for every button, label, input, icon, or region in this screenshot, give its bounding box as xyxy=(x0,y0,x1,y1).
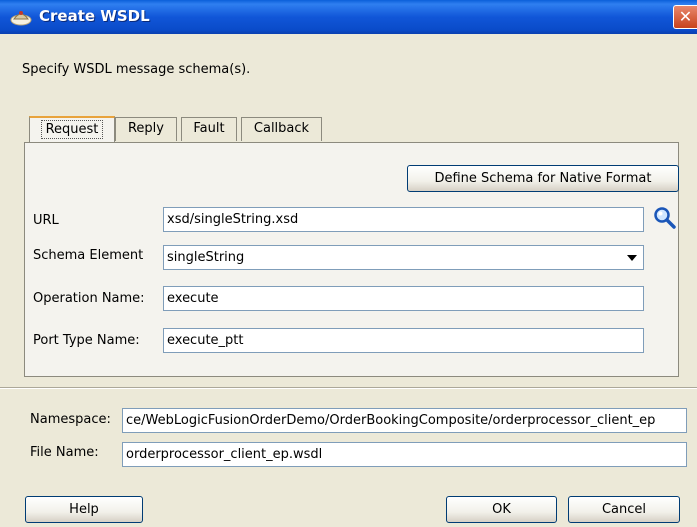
namespace-field[interactable]: ce/WebLogicFusionOrderDemo/OrderBookingC… xyxy=(122,408,687,433)
tab-callback-label: Callback xyxy=(253,121,310,136)
tab-callback[interactable]: Callback xyxy=(241,117,322,141)
file-name-field[interactable]: orderprocessor_client_ep.wsdl xyxy=(122,442,687,467)
help-button[interactable]: Help xyxy=(25,496,143,523)
tab-request-label: Request xyxy=(40,120,104,139)
schema-element-label: Schema Element xyxy=(33,248,144,263)
operation-name-field[interactable]: execute xyxy=(163,286,644,311)
operation-name-label: Operation Name: xyxy=(33,291,145,306)
chevron-down-icon xyxy=(627,255,637,261)
close-button[interactable]: ✕ xyxy=(673,5,697,29)
port-type-name-label: Port Type Name: xyxy=(33,333,140,348)
tab-request[interactable]: Request xyxy=(29,116,115,143)
separator xyxy=(0,387,697,389)
window-title: Create WSDL xyxy=(39,7,150,25)
cancel-button[interactable]: Cancel xyxy=(568,496,680,523)
close-icon: ✕ xyxy=(678,7,693,26)
ok-button[interactable]: OK xyxy=(446,496,557,523)
dialog-app-icon xyxy=(10,11,32,26)
instruction-text: Specify WSDL message schema(s). xyxy=(22,62,251,77)
url-label: URL xyxy=(33,213,59,228)
file-name-label: File Name: xyxy=(30,445,99,460)
title-bar[interactable]: Create WSDL ✕ xyxy=(0,0,697,34)
define-schema-button[interactable]: Define Schema for Native Format xyxy=(407,165,679,192)
tab-fault-label: Fault xyxy=(193,121,225,136)
tab-fault[interactable]: Fault xyxy=(181,117,237,141)
ok-button-label: OK xyxy=(492,502,511,517)
cancel-button-label: Cancel xyxy=(601,502,647,517)
tab-reply[interactable]: Reply xyxy=(115,117,177,141)
port-type-name-field[interactable]: execute_ptt xyxy=(163,328,644,353)
schema-element-select[interactable]: singleString xyxy=(163,245,644,270)
define-schema-label: Define Schema for Native Format xyxy=(434,171,652,186)
namespace-label: Namespace: xyxy=(30,412,111,427)
help-button-label: Help xyxy=(69,502,99,517)
schema-element-value: singleString xyxy=(167,250,245,265)
url-field[interactable]: xsd/singleString.xsd xyxy=(163,207,644,232)
search-icon[interactable] xyxy=(652,205,678,231)
tab-reply-label: Reply xyxy=(127,121,164,136)
